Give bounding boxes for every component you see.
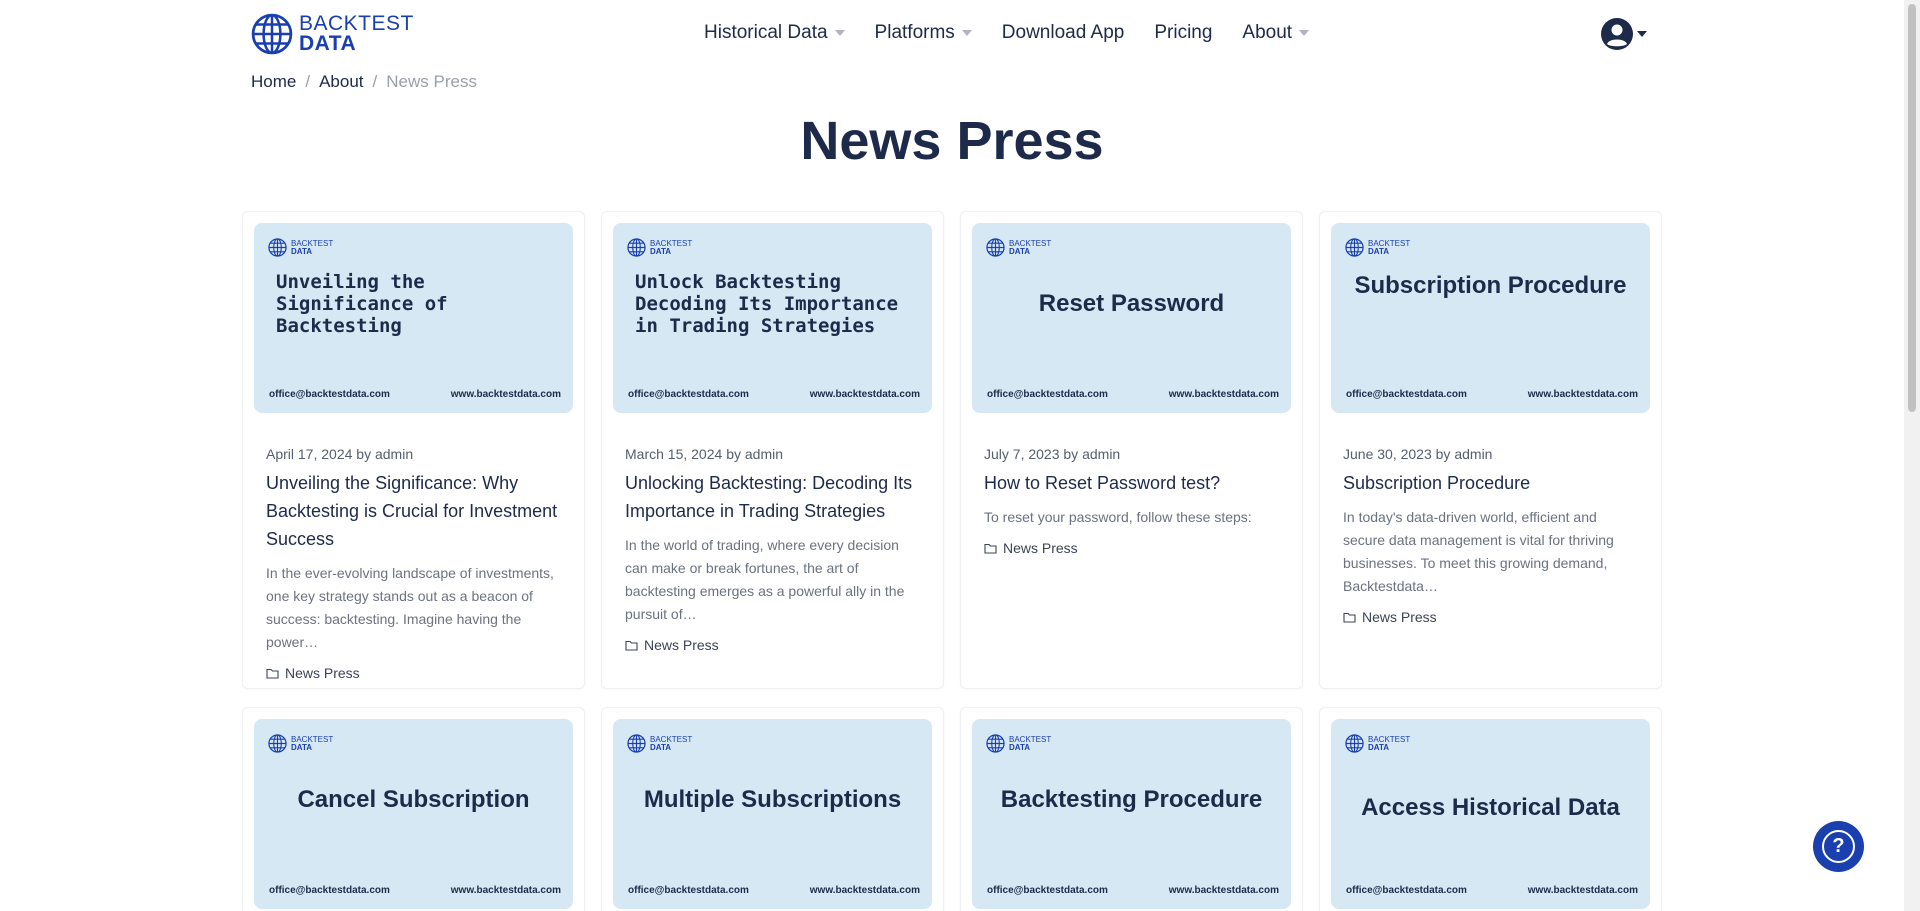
thumbnail-title: Subscription Procedure <box>1354 272 1627 299</box>
post-excerpt: In today's data-driven world, efficient … <box>1343 509 1614 594</box>
logo-line2: DATA <box>299 32 357 55</box>
page-title: News Press <box>800 111 1104 171</box>
post-author[interactable]: admin <box>745 446 783 462</box>
thumbnail-email: office@backtestdata.com <box>1346 885 1467 896</box>
post-card[interactable]: BACKTEST DATA Access Historical Data offi… <box>1319 707 1662 911</box>
thumbnail-email: office@backtestdata.com <box>269 885 390 896</box>
post-date: June 30, 2023 <box>1343 446 1432 462</box>
thumbnail-email: office@backtestdata.com <box>987 389 1108 400</box>
nav-pricing[interactable]: Pricing <box>1154 22 1212 44</box>
breadcrumb-about[interactable]: About <box>319 72 363 92</box>
thumbnail-title: Reset Password <box>1038 290 1225 317</box>
post-meta: April 17, 2024 by admin <box>266 446 414 462</box>
post-card[interactable]: BACKTEST DATA Subscription Procedure offi… <box>1319 211 1662 689</box>
site-header: BACKTEST DATA Historical Data Platforms … <box>0 0 1904 70</box>
folder-icon <box>266 668 279 679</box>
folder-icon <box>625 640 638 651</box>
post-card[interactable]: BACKTEST DATA Cancel Subscription office@… <box>242 707 585 911</box>
chevron-down-icon <box>1637 31 1647 37</box>
breadcrumb-home[interactable]: Home <box>251 72 296 92</box>
breadcrumb-current: News Press <box>386 72 477 91</box>
post-card[interactable]: BACKTEST DATA Multiple Subscriptions offi… <box>601 707 944 911</box>
site-logo[interactable]: BACKTEST DATA <box>251 13 414 55</box>
thumbnail-title: Access Historical Data <box>1361 794 1620 821</box>
thumbnail-site: www.backtestdata.com <box>1168 389 1279 400</box>
post-title[interactable]: How to Reset Password test? <box>984 469 1282 497</box>
chevron-down-icon <box>961 30 972 36</box>
nav-about[interactable]: About <box>1242 22 1310 44</box>
post-meta: March 15, 2024 by admin <box>625 446 784 462</box>
post-author[interactable]: admin <box>1454 446 1492 462</box>
post-card[interactable]: BACKTEST DATA Unveiling the Significance … <box>242 211 585 689</box>
thumbnail-site: www.backtestdata.com <box>1527 885 1638 896</box>
breadcrumb: Home / About / News Press <box>251 72 477 92</box>
thumbnail-title: Unveiling the Significance of Backtestin… <box>276 271 448 337</box>
post-thumbnail[interactable]: BACKTEST DATA Unlock Backtesting Decoding… <box>613 223 932 413</box>
post-thumbnail[interactable]: BACKTEST DATA Reset Password office@backt… <box>972 223 1291 413</box>
post-title[interactable]: Unlocking Backtesting: Decoding Its Impo… <box>625 469 923 525</box>
user-avatar-icon <box>1601 18 1633 50</box>
post-card[interactable]: BACKTEST DATA Reset Password office@backt… <box>960 211 1303 689</box>
post-author[interactable]: admin <box>375 446 413 462</box>
post-card[interactable]: BACKTEST DATA Unlock Backtesting Decoding… <box>601 211 944 689</box>
thumbnail-site: www.backtestdata.com <box>450 389 561 400</box>
thumbnail-title: Multiple Subscriptions <box>643 786 902 813</box>
post-category[interactable]: News Press <box>984 540 1282 556</box>
help-button[interactable]: ? <box>1813 821 1864 872</box>
thumbnail-title: Backtesting Procedure <box>1000 786 1263 813</box>
post-excerpt: In the world of trading, where every dec… <box>625 537 905 622</box>
post-category[interactable]: News Press <box>266 665 564 681</box>
post-thumbnail[interactable]: BACKTEST DATA Access Historical Data offi… <box>1331 719 1650 909</box>
post-category[interactable]: News Press <box>625 637 923 653</box>
thumbnail-email: office@backtestdata.com <box>628 885 749 896</box>
post-card[interactable]: BACKTEST DATA Backtesting Procedure offic… <box>960 707 1303 911</box>
folder-icon <box>984 543 997 554</box>
post-title[interactable]: Unveiling the Significance: Why Backtest… <box>266 469 564 553</box>
post-excerpt: To reset your password, follow these ste… <box>984 509 1252 525</box>
page-scrollbar[interactable] <box>1904 0 1920 911</box>
logo-line1: BACKTEST <box>299 12 414 35</box>
thumbnail-email: office@backtestdata.com <box>628 389 749 400</box>
post-meta: July 7, 2023 by admin <box>984 446 1121 462</box>
post-date: July 7, 2023 <box>984 446 1060 462</box>
post-category[interactable]: News Press <box>1343 609 1641 625</box>
globe-icon <box>251 13 293 55</box>
chevron-down-icon <box>1299 30 1310 36</box>
thumbnail-title: Unlock Backtesting Decoding Its Importan… <box>635 271 899 337</box>
post-author[interactable]: admin <box>1082 446 1120 462</box>
thumbnail-site: www.backtestdata.com <box>450 885 561 896</box>
post-thumbnail[interactable]: BACKTEST DATA Backtesting Procedure offic… <box>972 719 1291 909</box>
thumbnail-site: www.backtestdata.com <box>809 389 920 400</box>
post-title[interactable]: Subscription Procedure <box>1343 469 1641 497</box>
post-date: March 15, 2024 <box>625 446 723 462</box>
thumbnail-site: www.backtestdata.com <box>1168 885 1279 896</box>
thumbnail-site: www.backtestdata.com <box>1527 389 1638 400</box>
thumbnail-title: Cancel Subscription <box>297 786 530 813</box>
thumbnail-email: office@backtestdata.com <box>269 389 390 400</box>
main-nav: Historical Data Platforms Download App P… <box>704 22 1339 44</box>
post-thumbnail[interactable]: BACKTEST DATA Multiple Subscriptions offi… <box>613 719 932 909</box>
thumbnail-email: office@backtestdata.com <box>1346 389 1467 400</box>
folder-icon <box>1343 612 1356 623</box>
post-thumbnail[interactable]: BACKTEST DATA Subscription Procedure offi… <box>1331 223 1650 413</box>
question-icon: ? <box>1822 830 1855 863</box>
scrollbar-thumb[interactable] <box>1908 4 1916 412</box>
user-menu[interactable] <box>1601 18 1647 50</box>
chevron-down-icon <box>834 30 845 36</box>
post-meta: June 30, 2023 by admin <box>1343 446 1493 462</box>
nav-download-app[interactable]: Download App <box>1002 22 1125 44</box>
thumbnail-site: www.backtestdata.com <box>809 885 920 896</box>
nav-historical-data[interactable]: Historical Data <box>704 22 845 44</box>
post-excerpt: In the ever-evolving landscape of invest… <box>266 565 554 650</box>
post-thumbnail[interactable]: BACKTEST DATA Cancel Subscription office@… <box>254 719 573 909</box>
post-thumbnail[interactable]: BACKTEST DATA Unveiling the Significance … <box>254 223 573 413</box>
post-date: April 17, 2024 <box>266 446 353 462</box>
nav-platforms[interactable]: Platforms <box>875 22 972 44</box>
thumbnail-email: office@backtestdata.com <box>987 885 1108 896</box>
